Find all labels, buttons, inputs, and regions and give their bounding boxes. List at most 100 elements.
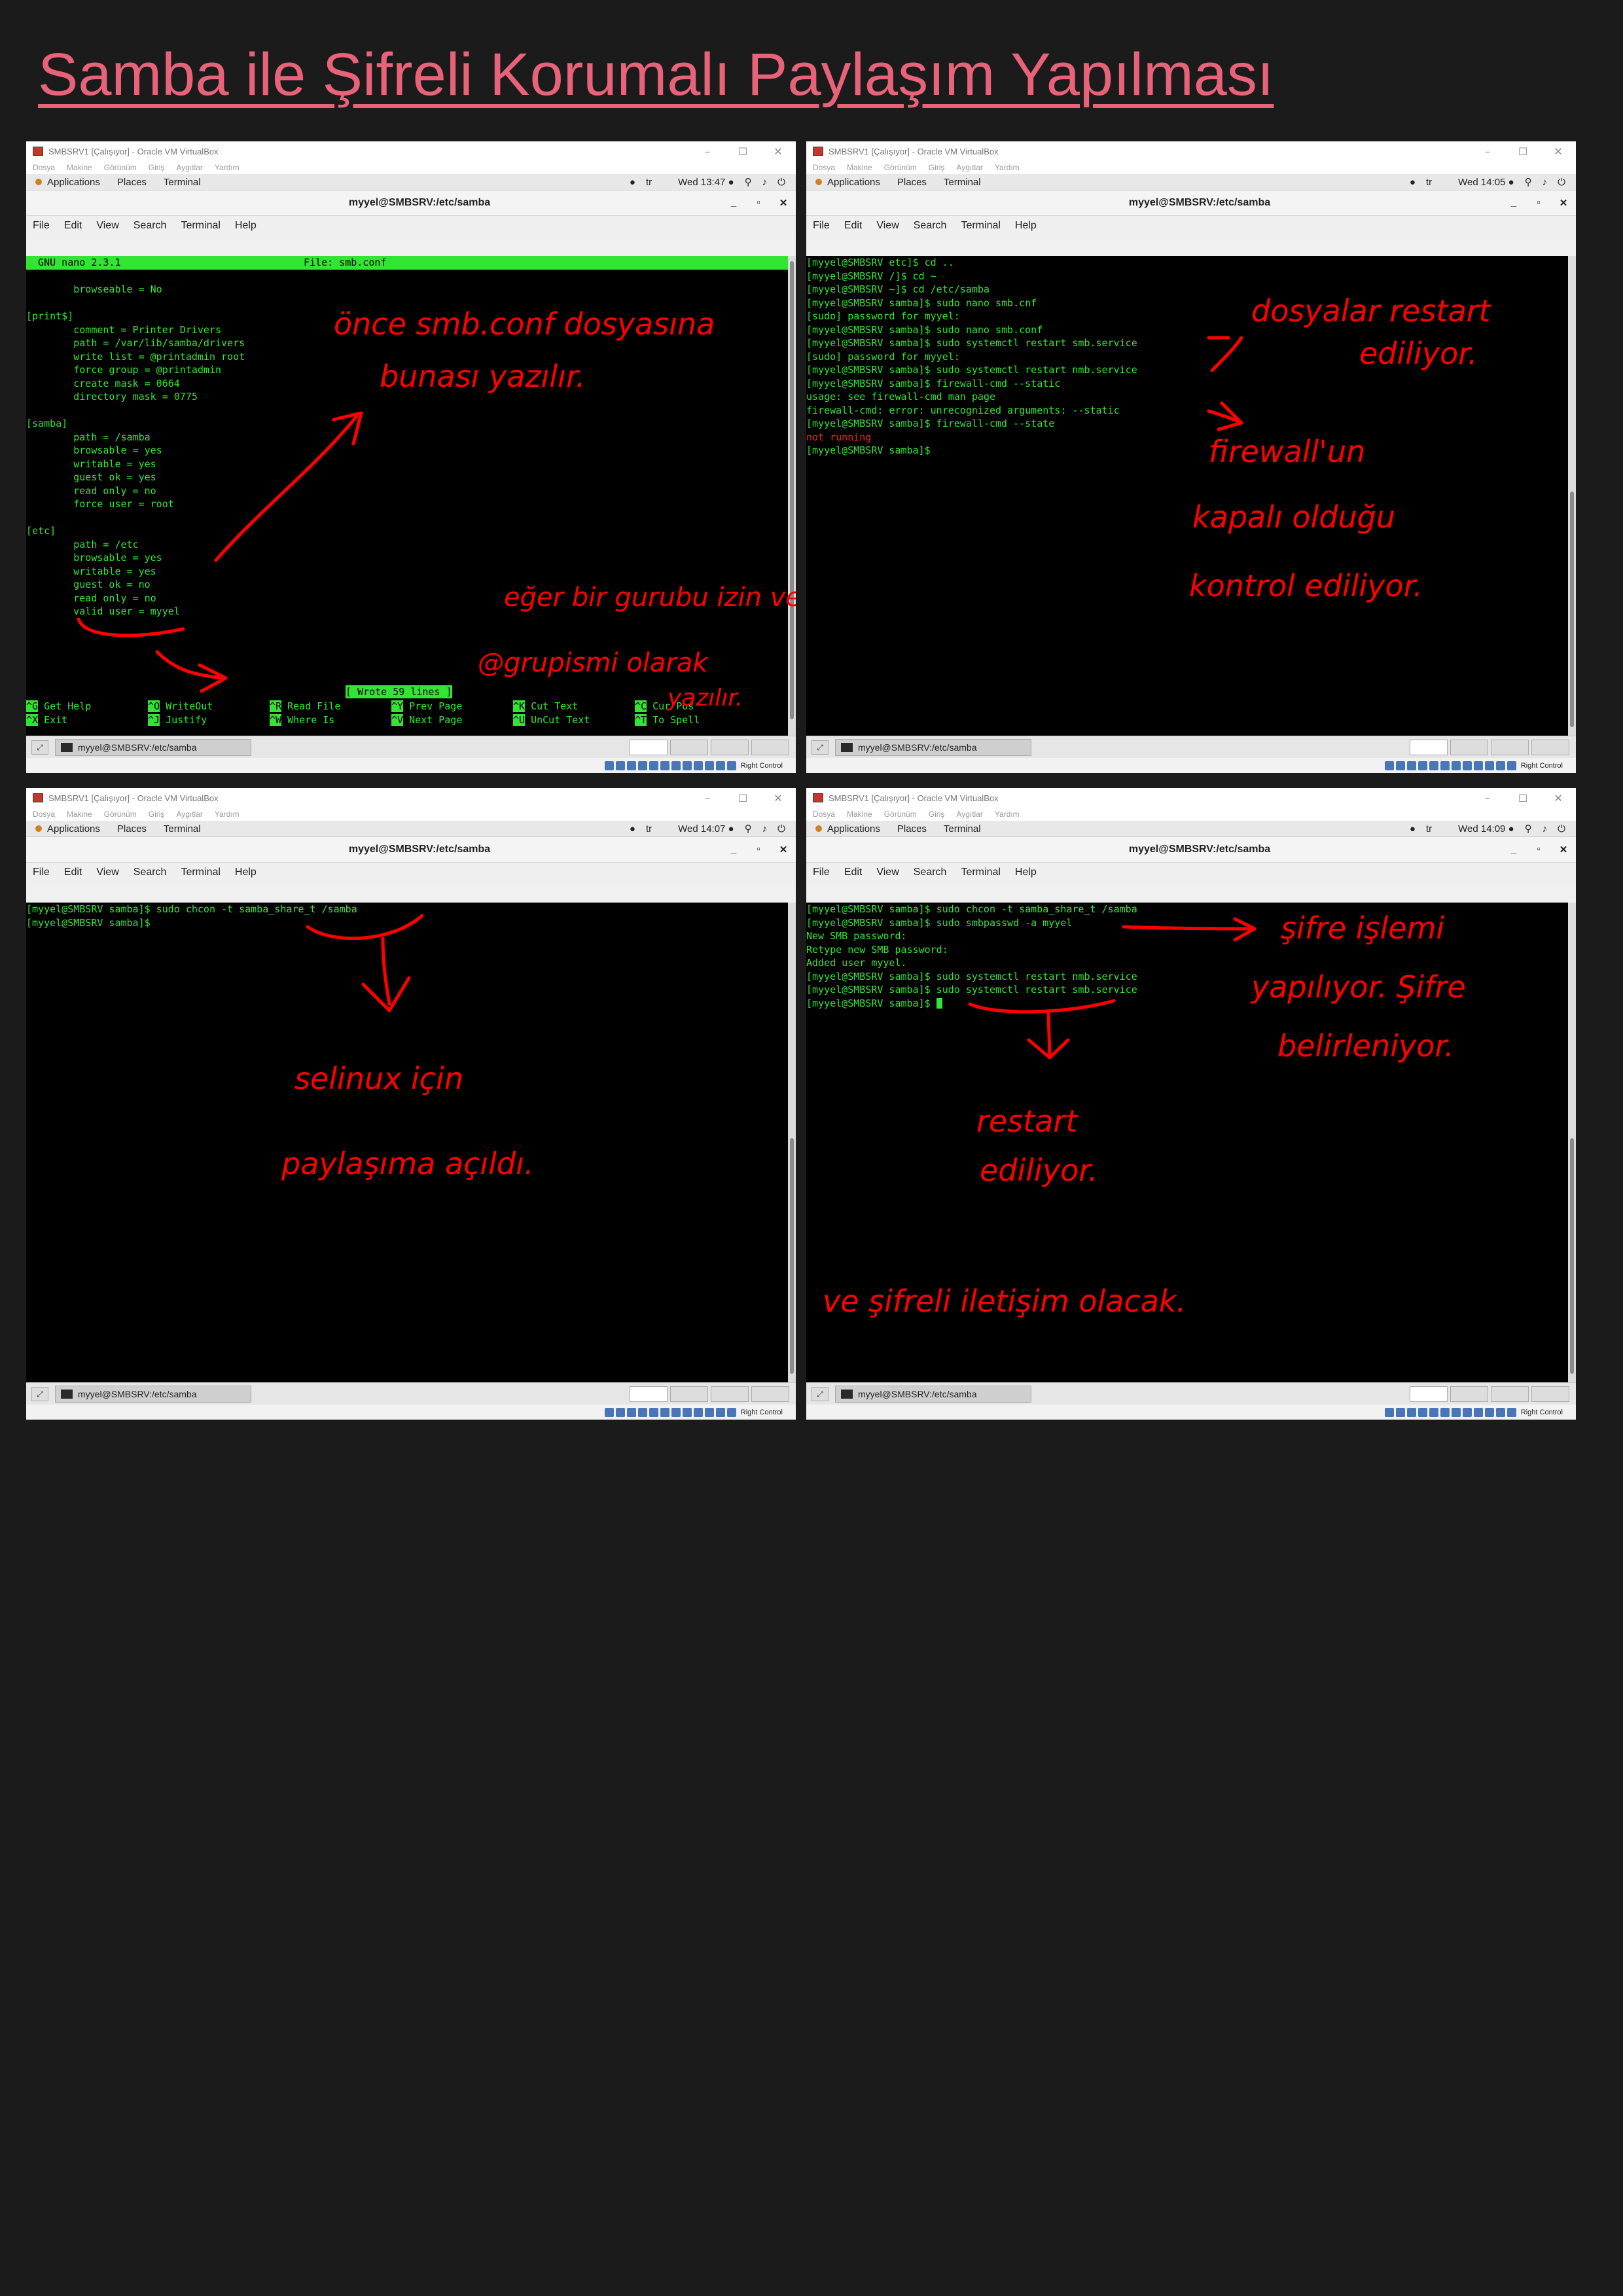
terminal-menu-search[interactable]: Search bbox=[914, 220, 947, 232]
accessibility-icon[interactable]: ● bbox=[630, 823, 635, 834]
vbox-menu-yardim[interactable]: Yardım bbox=[215, 163, 240, 172]
workspace-3[interactable] bbox=[1491, 740, 1529, 755]
workspace-1[interactable] bbox=[630, 740, 668, 755]
terminal-menu-search[interactable]: Search bbox=[134, 220, 167, 232]
terminal-close-icon[interactable]: ✕ bbox=[1551, 844, 1576, 855]
show-desktop-icon[interactable]: ⤢ bbox=[812, 740, 829, 755]
workspace-switcher[interactable] bbox=[1407, 740, 1569, 755]
volume-icon[interactable]: ♪ bbox=[1543, 177, 1548, 188]
terminal-maximize-icon[interactable]: ▫ bbox=[1526, 844, 1551, 855]
close-icon[interactable]: ✕ bbox=[760, 145, 796, 158]
workspace-switcher[interactable] bbox=[627, 1386, 789, 1402]
terminal-menu-help[interactable]: Help bbox=[1015, 867, 1037, 878]
terminal-minimize-icon[interactable]: _ bbox=[1501, 844, 1526, 855]
terminal-menu-view[interactable]: View bbox=[96, 867, 118, 878]
vbox-menu-aygitlar[interactable]: Aygıtlar bbox=[176, 810, 202, 819]
workspace-3[interactable] bbox=[1491, 1386, 1529, 1402]
vbox-menu-gorunum[interactable]: Görünüm bbox=[104, 163, 137, 172]
vbox-menu-yardim[interactable]: Yardım bbox=[215, 810, 240, 819]
network-icon[interactable]: ⚲ bbox=[1525, 823, 1532, 834]
applications-menu[interactable]: Applications bbox=[47, 177, 100, 188]
vbox-menu-dosya[interactable]: Dosya bbox=[33, 810, 55, 819]
places-menu[interactable]: Places bbox=[117, 177, 147, 188]
network-icon[interactable]: ⚲ bbox=[745, 176, 752, 188]
close-icon[interactable]: ✕ bbox=[1541, 145, 1576, 158]
minimize-icon[interactable]: – bbox=[1470, 145, 1505, 158]
applications-menu[interactable]: Applications bbox=[827, 823, 880, 834]
keyboard-layout[interactable]: tr bbox=[646, 823, 652, 834]
network-icon[interactable]: ⚲ bbox=[1525, 176, 1532, 188]
clock[interactable]: Wed 14:09 ● bbox=[1458, 823, 1514, 834]
vbox-menu-giris[interactable]: Giriş bbox=[149, 163, 165, 172]
taskbar-terminal-item[interactable]: myyel@SMBSRV:/etc/samba bbox=[55, 739, 251, 756]
workspace-3[interactable] bbox=[711, 740, 749, 755]
terminal-menu-help[interactable]: Help bbox=[1015, 220, 1037, 232]
keyboard-layout[interactable]: tr bbox=[1426, 823, 1432, 834]
workspace-1[interactable] bbox=[630, 1386, 668, 1402]
places-menu[interactable]: Places bbox=[117, 823, 147, 834]
taskbar-terminal-item[interactable]: myyel@SMBSRV:/etc/samba bbox=[835, 739, 1031, 756]
terminal-close-icon[interactable]: ✕ bbox=[771, 197, 796, 209]
volume-icon[interactable]: ♪ bbox=[762, 177, 768, 188]
vbox-menu-aygitlar[interactable]: Aygıtlar bbox=[956, 163, 982, 172]
terminal-output[interactable]: [myyel@SMBSRV samba]$ sudo chcon -t samb… bbox=[26, 903, 788, 1382]
maximize-icon[interactable]: ☐ bbox=[1505, 145, 1541, 158]
power-icon[interactable]: ⏻ bbox=[1558, 177, 1565, 188]
accessibility-icon[interactable]: ● bbox=[1410, 177, 1416, 188]
vbox-menu-yardim[interactable]: Yardım bbox=[995, 163, 1020, 172]
vbox-menu-dosya[interactable]: Dosya bbox=[813, 163, 835, 172]
terminal-menu-help[interactable]: Help bbox=[235, 220, 257, 232]
terminal-menu-view[interactable]: View bbox=[96, 220, 118, 232]
terminal-menu-edit[interactable]: Edit bbox=[844, 867, 863, 878]
power-icon[interactable]: ⏻ bbox=[777, 823, 785, 834]
terminal-menu[interactable]: Terminal bbox=[164, 823, 201, 834]
applications-menu[interactable]: Applications bbox=[827, 177, 880, 188]
vbox-menu-gorunum[interactable]: Görünüm bbox=[884, 810, 917, 819]
terminal-scrollbar[interactable] bbox=[788, 903, 796, 1382]
accessibility-icon[interactable]: ● bbox=[1410, 823, 1416, 834]
vbox-menu-dosya[interactable]: Dosya bbox=[813, 810, 835, 819]
vbox-menu-dosya[interactable]: Dosya bbox=[33, 163, 55, 172]
workspace-2[interactable] bbox=[1450, 1386, 1488, 1402]
maximize-icon[interactable]: ☐ bbox=[1505, 792, 1541, 804]
keyboard-layout[interactable]: tr bbox=[646, 177, 652, 188]
terminal-menu-terminal[interactable]: Terminal bbox=[181, 220, 220, 232]
terminal-menu-terminal[interactable]: Terminal bbox=[181, 867, 220, 878]
workspace-1[interactable] bbox=[1410, 1386, 1448, 1402]
clock[interactable]: Wed 13:47 ● bbox=[678, 177, 734, 188]
show-desktop-icon[interactable]: ⤢ bbox=[31, 1387, 48, 1401]
terminal-menu-search[interactable]: Search bbox=[914, 867, 947, 878]
workspace-switcher[interactable] bbox=[627, 740, 789, 755]
volume-icon[interactable]: ♪ bbox=[1543, 823, 1548, 834]
terminal-menu-file[interactable]: File bbox=[33, 220, 50, 232]
terminal-menu-edit[interactable]: Edit bbox=[64, 867, 82, 878]
terminal-menu-file[interactable]: File bbox=[813, 867, 830, 878]
minimize-icon[interactable]: – bbox=[690, 145, 725, 158]
terminal-menu-help[interactable]: Help bbox=[235, 867, 257, 878]
terminal-maximize-icon[interactable]: ▫ bbox=[746, 844, 771, 855]
vbox-menu-makine[interactable]: Makine bbox=[67, 810, 92, 819]
terminal-menu-terminal[interactable]: Terminal bbox=[961, 867, 1000, 878]
volume-icon[interactable]: ♪ bbox=[762, 823, 768, 834]
workspace-3[interactable] bbox=[711, 1386, 749, 1402]
minimize-icon[interactable]: – bbox=[690, 792, 725, 804]
vbox-menu-aygitlar[interactable]: Aygıtlar bbox=[176, 163, 202, 172]
terminal-menu[interactable]: Terminal bbox=[944, 177, 981, 188]
show-desktop-icon[interactable]: ⤢ bbox=[812, 1387, 829, 1401]
terminal-menu-view[interactable]: View bbox=[876, 220, 899, 232]
terminal-menu-terminal[interactable]: Terminal bbox=[961, 220, 1000, 232]
power-icon[interactable]: ⏻ bbox=[1558, 823, 1565, 834]
clock[interactable]: Wed 14:05 ● bbox=[1458, 177, 1514, 188]
vbox-menu-makine[interactable]: Makine bbox=[847, 163, 872, 172]
workspace-switcher[interactable] bbox=[1407, 1386, 1569, 1402]
terminal-minimize-icon[interactable]: _ bbox=[1501, 197, 1526, 209]
terminal-menu-edit[interactable]: Edit bbox=[844, 220, 863, 232]
clock[interactable]: Wed 14:07 ● bbox=[678, 823, 734, 834]
vbox-menu-gorunum[interactable]: Görünüm bbox=[104, 810, 137, 819]
workspace-4[interactable] bbox=[1531, 740, 1569, 755]
workspace-4[interactable] bbox=[751, 740, 789, 755]
terminal-menu-file[interactable]: File bbox=[33, 867, 50, 878]
terminal-output[interactable]: GNU nano 2.3.1 File: smb.conf browseable… bbox=[26, 256, 788, 736]
vbox-menu-makine[interactable]: Makine bbox=[847, 810, 872, 819]
workspace-2[interactable] bbox=[1450, 740, 1488, 755]
